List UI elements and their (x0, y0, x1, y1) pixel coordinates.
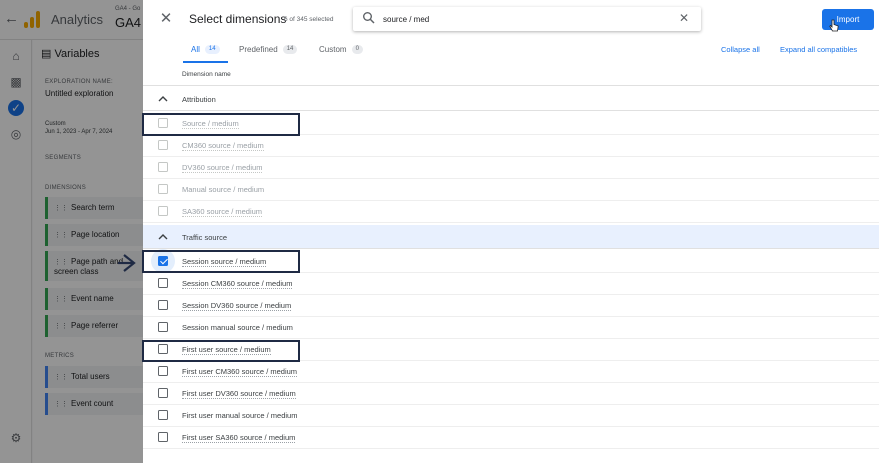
tab-count-badge: 14 (204, 45, 220, 55)
tab-all[interactable]: All 14 (191, 45, 220, 55)
dimension-row[interactable]: SA360 source / medium (143, 201, 879, 223)
dialog-title: Select dimensions (189, 12, 287, 26)
selected-count: 6 of 345 selected (284, 16, 334, 23)
dimension-label: Manual source / medium (182, 185, 265, 194)
dimension-label: First user CM360 source / medium (182, 367, 298, 377)
tab-count-badge: 0 (351, 45, 363, 55)
dimension-label: First user manual source / medium (182, 411, 298, 420)
tab-predefined[interactable]: Predefined 14 (239, 45, 298, 55)
dimension-checkbox[interactable] (158, 162, 168, 172)
dimension-tabs: All 14 Predefined 14 Custom 0 (143, 38, 887, 64)
tab-custom[interactable]: Custom 0 (319, 45, 363, 55)
dimension-row[interactable]: Session manual source / medium (143, 317, 879, 339)
group-label: Attribution (182, 95, 216, 104)
dimension-row[interactable]: Session DV360 source / medium (143, 295, 879, 317)
dimension-checkbox[interactable] (158, 410, 168, 420)
dimension-row[interactable]: DV360 source / medium (143, 157, 879, 179)
dimension-label: First user DV360 source / medium (182, 389, 296, 399)
dimension-checkbox[interactable] (158, 366, 168, 376)
dimension-checkbox[interactable] (158, 140, 168, 150)
dimension-label: Session DV360 source / medium (182, 301, 292, 311)
active-tab-indicator (183, 61, 228, 63)
highlight-box-first-user-source-medium (142, 340, 300, 362)
tab-label: All (191, 45, 200, 54)
pointer-arrow-icon (118, 254, 136, 272)
dimension-label: First user SA360 source / medium (182, 433, 296, 443)
dimension-label: Session CM360 source / medium (182, 279, 293, 289)
dimension-checkbox[interactable] (158, 432, 168, 442)
dimension-label: SA360 source / medium (182, 207, 263, 217)
dimension-checkbox[interactable] (158, 184, 168, 194)
collapse-all-button[interactable]: Collapse all (721, 45, 760, 54)
dimension-row[interactable]: First user DV360 source / medium (143, 383, 879, 405)
dimension-checkbox[interactable] (158, 322, 168, 332)
group-attribution[interactable]: Attribution (143, 87, 879, 111)
select-dimensions-dialog: ✕ Select dimensions 6 of 345 selected ✕ … (143, 0, 887, 463)
dimension-row[interactable]: First user CM360 source / medium (143, 361, 879, 383)
dimension-name-column-header: Dimension name (182, 71, 231, 78)
group-traffic-source[interactable]: Traffic source (143, 225, 879, 249)
chevron-up-icon[interactable] (157, 93, 169, 105)
search-input[interactable] (383, 11, 663, 27)
dimension-row[interactable]: First user manual source / medium (143, 405, 879, 427)
tab-count-badge: 14 (282, 45, 298, 55)
clear-search-icon[interactable]: ✕ (679, 11, 689, 25)
chevron-up-icon[interactable] (157, 231, 169, 243)
search-box[interactable]: ✕ (353, 7, 701, 31)
highlight-box-source-medium (142, 113, 300, 136)
dimension-label: Session manual source / medium (182, 323, 293, 332)
dimension-checkbox[interactable] (158, 206, 168, 216)
tab-label: Custom (319, 45, 347, 54)
dimension-label: DV360 source / medium (182, 163, 263, 173)
close-icon[interactable]: ✕ (158, 11, 174, 27)
dimension-row[interactable]: CM360 source / medium (143, 135, 879, 157)
dimension-row[interactable]: Session CM360 source / medium (143, 273, 879, 295)
dimension-row[interactable]: First user SA360 source / medium (143, 427, 879, 449)
dimension-label: CM360 source / medium (182, 141, 264, 151)
dimension-row[interactable]: Manual source / medium (143, 179, 879, 201)
group-label: Traffic source (182, 233, 228, 242)
dimension-checkbox[interactable] (158, 278, 168, 288)
expand-all-compatibles-button[interactable]: Expand all compatibles (780, 45, 857, 54)
header-divider (143, 85, 879, 86)
hand-cursor-icon (829, 19, 839, 32)
dimension-checkbox[interactable] (158, 300, 168, 310)
tab-label: Predefined (239, 45, 278, 54)
dimension-checkbox[interactable] (158, 388, 168, 398)
search-icon (363, 12, 375, 24)
highlight-box-session-source-medium (142, 250, 300, 273)
